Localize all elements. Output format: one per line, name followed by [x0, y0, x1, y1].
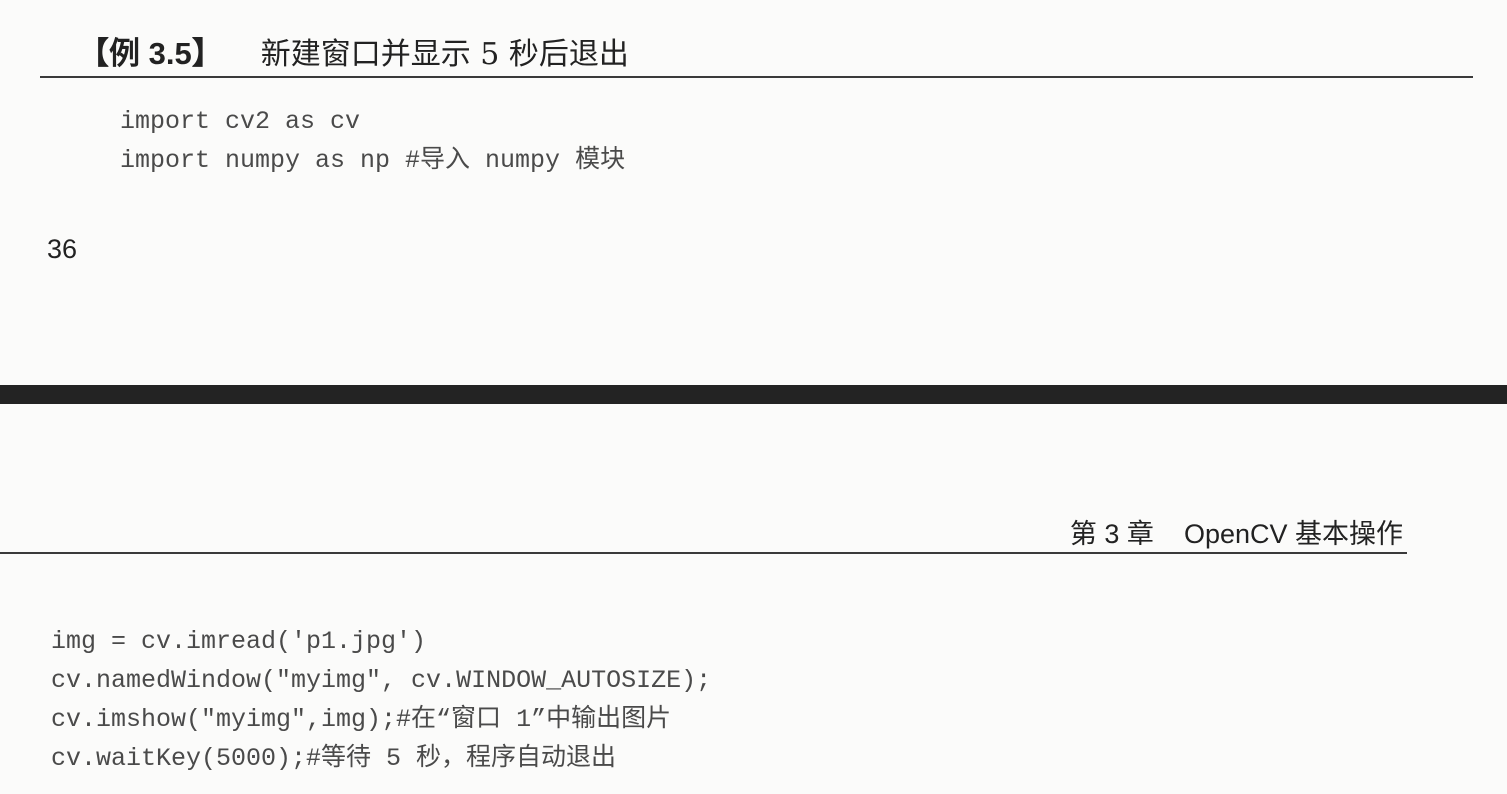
example-label: 【例 3.5】	[78, 36, 223, 71]
example-title: 新建窗口并显示 5 秒后退出	[260, 37, 629, 72]
page-number: 36	[47, 234, 78, 264]
code-line: cv.imshow("myimg",img);#在“窗口 1”中输出图片	[51, 705, 672, 734]
example-heading: 【例 3.5】 新建窗口并显示 5 秒后退出	[78, 28, 629, 72]
page-divider	[0, 385, 1507, 404]
chapter-number: 第 3 章	[1069, 519, 1154, 549]
code-line: cv.namedWindow("myimg", cv.WINDOW_AUTOSI…	[51, 666, 712, 695]
bottom-page: 第 3 章 OpenCV 基本操作 img = cv.imread('p1.jp…	[0, 404, 1507, 794]
code-line: cv.waitKey(5000);#等待 5 秒，程序自动退出	[51, 744, 617, 773]
code-line: import cv2 as cv	[120, 107, 361, 136]
header-rule	[0, 552, 1407, 554]
code-line: img = cv.imread('p1.jpg')	[51, 627, 427, 656]
heading-rule	[40, 76, 1473, 78]
code-line: import numpy as np #导入 numpy 模块	[120, 146, 626, 175]
top-page: 【例 3.5】 新建窗口并显示 5 秒后退出 import cv2 as cv …	[0, 0, 1507, 385]
running-header: 第 3 章 OpenCV 基本操作	[1070, 512, 1403, 551]
chapter-title: OpenCV 基本操作	[1183, 519, 1403, 549]
